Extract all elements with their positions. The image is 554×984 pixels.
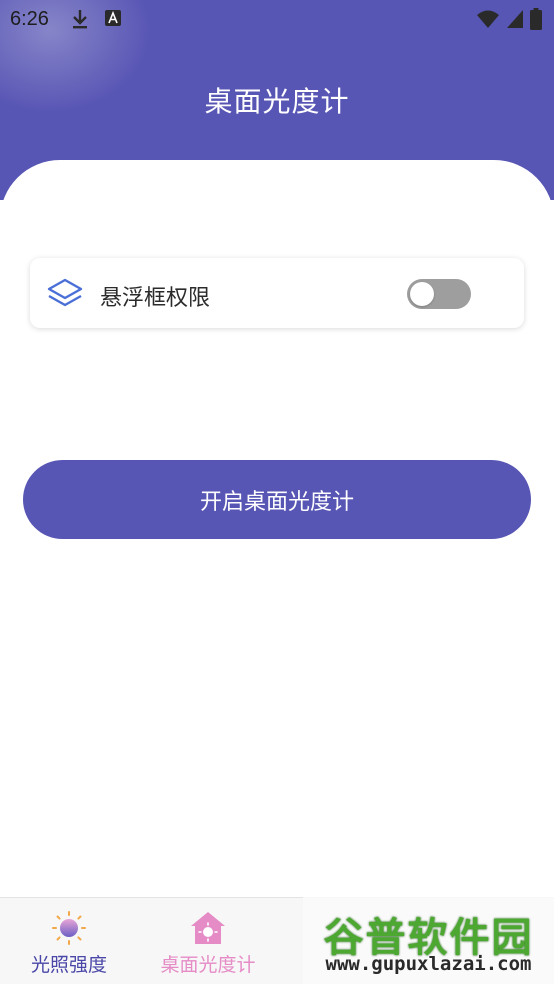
overlay-permission-label: 悬浮框权限 (100, 286, 211, 311)
page-title: 桌面光度计 (204, 85, 350, 118)
layers-icon (47, 278, 83, 307)
start-desktop-meter-button[interactable]: 开启桌面光度计 (23, 460, 531, 539)
nav-label-light-intensity: 光照强度 (30, 954, 107, 976)
nav-item-light-intensity[interactable]: 光照强度 (0, 898, 138, 984)
a-notification-icon (105, 10, 121, 26)
main-content: 悬浮框权限 开启桌面光度计 (0, 160, 554, 898)
toggle-knob (410, 282, 434, 306)
download-icon (73, 10, 87, 29)
wifi-icon (477, 10, 499, 28)
overlay-permission-toggle[interactable] (407, 279, 471, 309)
home-sun-icon (191, 912, 225, 944)
sun-icon (52, 911, 86, 945)
status-time: 6:26 (10, 8, 49, 30)
nav-label-desktop-meter: 桌面光度计 (160, 954, 256, 976)
nav-item-desktop-meter[interactable]: 桌面光度计 (138, 898, 278, 984)
status-bar: 6:26 (0, 0, 554, 38)
battery-icon (530, 8, 542, 30)
signal-icon (507, 10, 523, 28)
watermark-overlay: 谷普软件园 www.gupuxlazai.com (303, 897, 554, 984)
watermark-url: www.gupuxlazai.com (325, 953, 532, 975)
overlay-permission-card: 悬浮框权限 (30, 258, 524, 328)
